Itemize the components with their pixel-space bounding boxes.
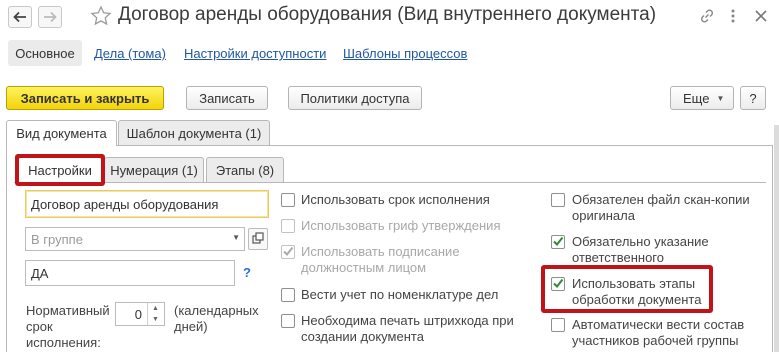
more-button-label: Еще [683, 90, 710, 106]
stepper-down-icon: ▼ [152, 316, 159, 323]
term-label: Нормативный срок исполнения: [26, 303, 110, 350]
forward-button[interactable] [38, 6, 62, 28]
checkbox-responsible-required[interactable] [551, 235, 565, 249]
checkbox-use-deadline[interactable] [281, 193, 295, 207]
checkbox-use-deadline-label: Использовать срок исполнения [301, 192, 490, 207]
scrollbar[interactable] [774, 125, 779, 352]
window-title: Договор аренды оборудования (Вид внутрен… [118, 4, 657, 25]
star-icon [90, 5, 112, 30]
group-placeholder: В группе [31, 231, 83, 247]
checkbox-case-nomenclature-label: Вести учет по номенклатуре дел [301, 287, 499, 302]
checkmark-icon [552, 277, 564, 292]
checkbox-auto-workgroup[interactable] [551, 318, 565, 332]
arrow-right-icon [43, 11, 57, 23]
dropdown-arrow-icon: ▼ [716, 93, 725, 103]
code-input[interactable]: ДА [25, 260, 235, 286]
open-form-icon [252, 231, 264, 247]
checkbox-print-barcode[interactable] [281, 314, 295, 328]
checkbox-approval-stamp[interactable] [281, 219, 295, 233]
favorite-button[interactable] [90, 5, 112, 27]
term-stepper[interactable]: ▲ ▼ [147, 303, 163, 325]
section-main[interactable]: Основное [8, 40, 82, 66]
checkbox-use-processing-stages-label: Использовать этапы обработки документа [572, 276, 702, 307]
term-unit-label: (календарных дней) [174, 303, 259, 334]
name-input[interactable]: Договор аренды оборудования [25, 190, 269, 218]
link-icon [699, 8, 715, 27]
checkbox-print-barcode-label: Необходима печать штрихкода при создании… [301, 313, 514, 344]
inner-tabs-baseline [14, 182, 766, 183]
code-help-mark[interactable]: ? [243, 265, 251, 280]
checkbox-approval-stamp-label: Использовать гриф утверждения [301, 218, 501, 233]
section-process-templates[interactable]: Шаблоны процессов [343, 46, 467, 61]
more-button[interactable]: Еще ▼ [670, 86, 734, 110]
close-button[interactable] [752, 8, 770, 26]
tab-numbering[interactable]: Нумерация (1) [104, 157, 204, 182]
access-policies-button[interactable]: Политики доступа [288, 86, 422, 110]
open-group-button[interactable] [248, 228, 268, 250]
checkbox-official-signing-label: Использовать подписание должностным лицо… [301, 244, 460, 275]
save-button[interactable]: Записать [186, 86, 268, 110]
stepper-up-icon: ▲ [152, 305, 159, 312]
checkbox-responsible-required-label: Обязательно указание ответственного [572, 234, 709, 265]
checkbox-scan-required-label: Обязателен файл скан-копии оригинала [572, 192, 750, 223]
tab-stages[interactable]: Этапы (8) [206, 157, 284, 182]
section-cases[interactable]: Дела (тома) [94, 46, 166, 61]
tab-document-kind[interactable]: Вид документа [6, 120, 117, 146]
checkbox-official-signing[interactable] [281, 245, 295, 259]
checkbox-use-processing-stages[interactable] [551, 277, 565, 291]
checkmark-icon [282, 245, 294, 260]
more-window-button[interactable] [724, 8, 742, 26]
section-availability-settings[interactable]: Настройки доступности [184, 46, 326, 61]
checkmark-icon [552, 235, 564, 250]
checkbox-case-nomenclature[interactable] [281, 288, 295, 302]
back-button[interactable] [8, 6, 32, 28]
link-button[interactable] [698, 8, 716, 26]
checkbox-auto-workgroup-label: Автоматически вести состав участников ра… [572, 317, 745, 348]
more-icon [731, 8, 735, 27]
arrow-left-icon [13, 11, 27, 23]
tab-settings[interactable]: Настройки [18, 157, 102, 183]
group-input[interactable]: В группе ▼ [25, 227, 245, 251]
tab-document-template[interactable]: Шаблон документа (1) [118, 120, 270, 145]
close-icon [754, 9, 768, 26]
checkbox-scan-required[interactable] [551, 193, 565, 207]
save-and-close-button[interactable]: Записать и закрыть [6, 86, 164, 110]
dropdown-arrow-icon: ▼ [232, 233, 240, 242]
help-button[interactable]: ? [740, 86, 766, 110]
